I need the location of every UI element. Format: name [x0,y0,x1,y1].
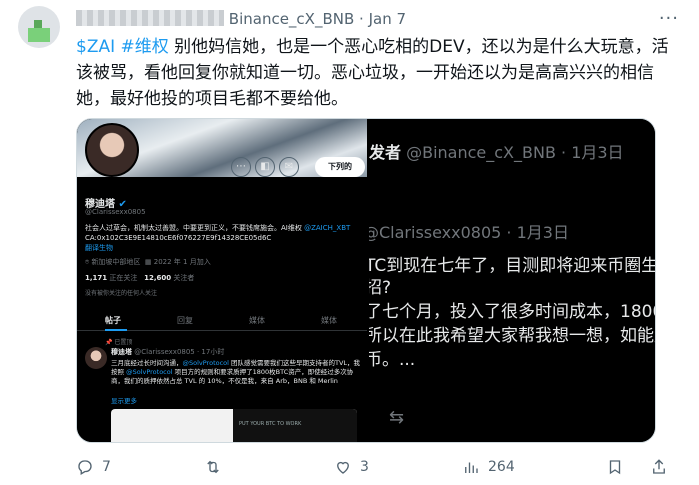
message-icon: ✉ [279,157,299,177]
reply-header-prefix: 发者 [369,143,402,162]
profile-meta: ⌾ 新加坡中部地区 ▦ 2022 年 1 月加入 [85,257,211,267]
reply-button[interactable]: 7 [76,458,111,476]
avatar-pixel-head [34,20,42,28]
reply-header-line: 发者 @Binance_cX_BNB · 1月3日 [369,139,624,163]
tab-replies: 回复 [177,316,193,325]
profile-joined: 2022 年 1 月加入 [153,258,211,266]
bookmark-button[interactable] [606,458,624,476]
inner-tweet-mention-1: @SolvProtocol [182,359,229,367]
inner-tweet-mention-2: @SolvProtocol [126,368,173,376]
tab-posts: 帖子 [105,316,121,325]
profile-location: 新加坡中部地区 [91,258,141,266]
following-count: 1,171 [85,274,108,282]
avatar-pixel-art [28,28,50,42]
bio-ca: CA:0x102C3E9E14810cE6f076227E9f14328CE05… [85,234,272,242]
card-banner: PUT YOUR BTC TO WORK [233,409,357,442]
retweet-button[interactable] [204,458,230,476]
bio-mention: @ZAICH_XBT [304,224,351,232]
inner-tweet-avatar [85,347,107,369]
active-tab-indicator [105,329,127,331]
reply-header-handle: @Binance_cX_BNB · 1月3日 [406,143,624,162]
translate-bio-link: 翻译生物 [85,244,113,252]
quoted-text-line-2: 招? [369,278,392,298]
location-icon: ⌾ [85,258,90,266]
media-image-profile[interactable]: ⋯ ◧ ✉ 下列的 穆迪塔 ✔ @Clarissexx0805 社会人过草会，机… [77,119,367,442]
followers-label: 关注者 [173,274,195,282]
more-dots-icon[interactable]: ··· [659,8,679,29]
avatar[interactable] [18,6,60,48]
views-icon [465,462,478,473]
profile-stats: 1,171 正在关注 12,600 关注者 [85,273,194,283]
reply-count: 7 [102,459,111,475]
grok-icon: ◧ [255,157,275,177]
tab-media-2: 媒体 [321,316,337,325]
header-separator: · [359,10,369,28]
retweet-icon [207,460,219,474]
tweet-date[interactable]: Jan 7 [369,10,406,28]
bio-text: 社会人过草会，机制太过善盟。中要更到正义，不要钱席施会。AI维权 [85,224,302,232]
profile-tabs: 帖子 回复 媒体 媒体 [77,309,367,331]
follow-button: 下列的 [315,157,365,177]
share-icon [653,459,665,474]
followers-count: 12,600 [144,274,172,282]
pinned-label: 📌 已置顶 [105,337,132,346]
inner-tweet-card: PUT YOUR BTC TO WORK [111,409,357,442]
share-button[interactable] [650,458,668,476]
heart-icon [337,461,349,474]
tweet-actions: 7 3 264 [76,458,676,480]
show-more-link: 显示更多 [111,397,137,405]
like-button[interactable]: 3 [334,458,369,476]
media-image-reply[interactable]: 发者 @Binance_cX_BNB · 1月3日 @Clarissexx080… [369,119,656,442]
tweet: Binance_cX_BNB · Jan 7 ··· $ZAI #维权 别他妈信… [0,0,699,485]
tweet-header: Binance_cX_BNB · Jan 7 [76,10,406,28]
tweet-text: $ZAI #维权 别他妈信她，也是一个恶心吃相的DEV，还以为是什么大玩意，活该… [76,34,676,112]
inner-tweet-name: 穆迪塔 [111,348,132,356]
views-button[interactable]: 264 [462,458,515,476]
more-icon: ⋯ [231,157,251,177]
pin-icon: 📌 [105,339,113,346]
quoted-text-line-4: 所以在此我希望大家帮我想一想，如能应 [369,326,656,346]
quoted-text-line-1: TC到现在七年了，目测即将迎来币圈生涯 [369,256,656,276]
cashtag-zai[interactable]: $ZAI [76,37,115,57]
inner-tweet-body-1: 三月底经过长时间沟通， [111,359,183,367]
like-count: 3 [360,459,369,475]
quoted-text-line-5: 币。... [369,350,416,370]
hashtag-weiquan[interactable]: #维权 [121,37,169,57]
profile-picture [85,123,139,177]
profile-handle: @Clarissexx0805 [85,208,146,216]
reply-icon [78,460,92,475]
bookmark-icon [609,460,621,475]
profile-bio: 社会人过草会，机制太过善盟。中要更到正义，不要钱席施会。AI维权 @ZAICH_… [85,223,363,253]
quoted-text-line-3: 了七个月，投入了很多时间成本，1800 [369,302,656,322]
author-name-redacted[interactable] [76,10,224,26]
quoted-handle-line: @Clarissexx0805 · 1月3日 [369,223,569,242]
inner-tweet-handle-time: @Clarissexx0805 · 17小时 [134,348,225,356]
author-handle[interactable]: Binance_cX_BNB [229,10,354,28]
following-label: 正在关注 [109,274,138,282]
followed-by-note: 没有被你关注的任何人关注 [85,290,158,297]
inner-tweet-body: 三月底经过长时间沟通，@SolvProtocol 团队感觉需要我们这些早期支持者… [111,359,361,386]
calendar-icon: ▦ [144,258,152,266]
retweet-icon: ⇆ [389,407,405,428]
views-count: 264 [488,459,515,475]
tweet-media[interactable]: ⋯ ◧ ✉ 下列的 穆迪塔 ✔ @Clarissexx0805 社会人过草会，机… [76,118,656,443]
pinned-text: 已置顶 [114,339,133,346]
inner-tweet-header: 穆迪塔 @Clarissexx0805 · 17小时 [111,347,224,357]
tab-media: 媒体 [249,316,265,325]
